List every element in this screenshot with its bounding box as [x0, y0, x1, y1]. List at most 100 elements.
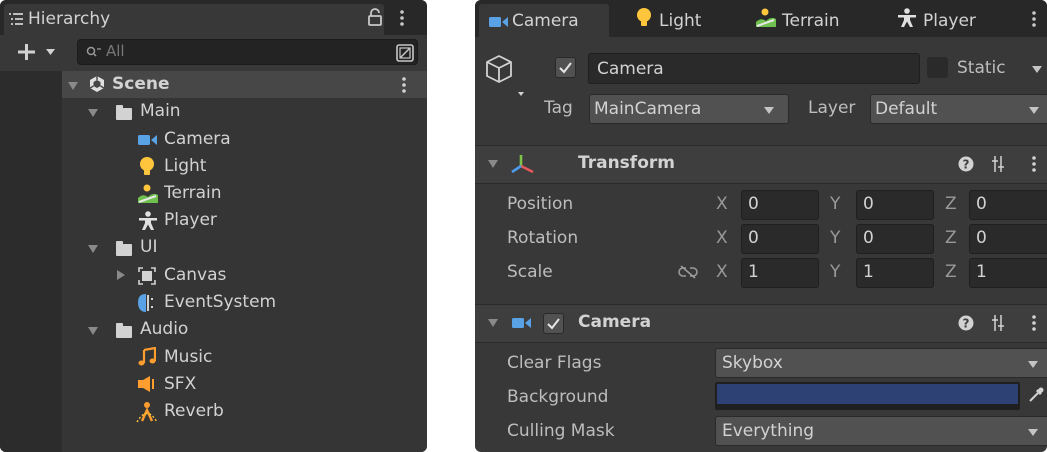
rotation-y-value: 0: [863, 228, 874, 248]
transform-title: Transform: [578, 153, 675, 173]
layer-dropdown[interactable]: Default: [870, 94, 1047, 124]
scale-z-field[interactable]: 1: [969, 258, 1047, 288]
light-bulb-icon: [138, 157, 156, 177]
hierarchy-tab-bar: Hierarchy: [0, 0, 427, 35]
speaker-icon: [138, 375, 158, 393]
music-note-icon: [138, 347, 156, 367]
terrain-icon: [755, 8, 777, 28]
tab-camera[interactable]: Camera: [479, 4, 609, 37]
svg-text:?: ?: [963, 158, 970, 172]
hierarchy-tab[interactable]: Hierarchy: [4, 4, 384, 35]
event-system-icon: [136, 293, 160, 313]
hierarchy-tab-title: Hierarchy: [28, 9, 111, 29]
search-placeholder: All: [106, 42, 125, 60]
scale-label: Scale: [507, 262, 553, 282]
scale-y-field[interactable]: 1: [856, 258, 934, 288]
hierarchy-toolbar: All: [0, 35, 427, 72]
help-icon[interactable]: ?: [958, 315, 974, 331]
axis-y-label: Y: [830, 228, 841, 248]
active-checkbox[interactable]: [555, 57, 576, 78]
presets-sliders-icon[interactable]: [990, 315, 1006, 331]
transform-header[interactable]: Transform ?: [475, 145, 1047, 184]
scene-options-icon[interactable]: [402, 77, 406, 93]
more-options-icon[interactable]: [400, 10, 404, 26]
player-figure-icon: [138, 211, 158, 231]
tree-item-canvas[interactable]: Canvas: [164, 264, 226, 286]
camera-component-header[interactable]: Camera ?: [475, 304, 1047, 343]
scale-z-value: 1: [976, 262, 987, 282]
camera-component-title: Camera: [578, 312, 652, 332]
axis-z-label: Z: [945, 262, 957, 282]
culling-mask-value: Everything: [722, 421, 815, 441]
gameobject-icon[interactable]: [486, 54, 526, 100]
background-color-swatch: [717, 384, 1018, 404]
camera-enabled-checkbox[interactable]: [543, 313, 564, 334]
tree-item-eventsystem[interactable]: EventSystem: [164, 291, 276, 313]
tree-item-music[interactable]: Music: [164, 346, 212, 368]
position-x-value: 0: [748, 194, 759, 214]
foldout-arrow-icon[interactable]: [488, 160, 498, 168]
tree-item-main[interactable]: Main: [140, 100, 181, 122]
rotation-y-field[interactable]: 0: [856, 224, 934, 254]
camera-icon: [489, 15, 509, 29]
tree-gutter: [0, 71, 62, 452]
create-dropdown-button[interactable]: [18, 43, 62, 61]
more-options-icon[interactable]: [1032, 11, 1036, 27]
svg-text:?: ?: [963, 317, 970, 331]
object-name-field[interactable]: Camera: [588, 53, 920, 84]
culling-mask-dropdown[interactable]: Everything: [715, 416, 1047, 446]
tree-item-terrain[interactable]: Terrain: [164, 182, 222, 204]
static-label: Static: [957, 58, 1006, 78]
component-menu-icon[interactable]: [1032, 315, 1036, 331]
tree-item-sfx[interactable]: SFX: [164, 373, 196, 395]
tree-item-audio[interactable]: Audio: [140, 318, 188, 340]
foldout-arrow-icon[interactable]: [488, 319, 498, 327]
static-checkbox[interactable]: [927, 57, 948, 78]
axis-z-label: Z: [945, 228, 957, 248]
expand-arrow-icon[interactable]: [68, 82, 78, 90]
camera-icon: [138, 133, 158, 147]
expand-arrow-icon[interactable]: [88, 245, 98, 253]
axis-x-label: X: [716, 194, 728, 214]
expand-arrow-icon[interactable]: [88, 327, 98, 335]
axis-y-label: Y: [830, 262, 841, 282]
tag-value: MainCamera: [594, 99, 702, 119]
axis-x-label: X: [716, 262, 728, 282]
tree-item-player[interactable]: Player: [164, 209, 217, 231]
rotation-z-field[interactable]: 0: [969, 224, 1047, 254]
hierarchy-tree: Scene Main Camera Light Terrain Player U…: [0, 71, 427, 452]
collapse-arrow-icon[interactable]: [117, 270, 125, 280]
help-icon[interactable]: ?: [958, 156, 974, 172]
culling-mask-label: Culling Mask: [507, 421, 615, 441]
eyedropper-icon[interactable]: [1027, 386, 1045, 404]
component-menu-icon[interactable]: [1032, 156, 1036, 172]
tree-item-ui[interactable]: UI: [140, 236, 157, 258]
clear-flags-dropdown[interactable]: Skybox: [715, 348, 1047, 378]
scale-x-value: 1: [748, 262, 759, 282]
folder-icon: [116, 105, 132, 120]
position-x-field[interactable]: 0: [741, 190, 819, 220]
tree-item-light[interactable]: Light: [164, 155, 206, 177]
search-input[interactable]: All: [77, 39, 418, 65]
constrain-proportions-link-icon[interactable]: [678, 265, 698, 279]
expand-arrow-icon[interactable]: [88, 109, 98, 117]
clear-flags-value: Skybox: [722, 353, 783, 373]
tag-dropdown[interactable]: MainCamera: [589, 94, 789, 124]
chevron-down-icon: [1028, 361, 1038, 368]
scene-visibility-icon[interactable]: [396, 44, 414, 62]
scale-x-field[interactable]: 1: [741, 258, 819, 288]
tree-item-reverb[interactable]: Reverb: [164, 400, 224, 422]
position-y-field[interactable]: 0: [856, 190, 934, 220]
scale-y-value: 1: [863, 262, 874, 282]
rotation-x-field[interactable]: 0: [741, 224, 819, 254]
tree-item-camera[interactable]: Camera: [164, 128, 231, 150]
position-z-field[interactable]: 0: [969, 190, 1047, 220]
background-label: Background: [507, 387, 609, 407]
unity-scene-icon: [88, 75, 106, 93]
lock-icon[interactable]: [368, 8, 382, 26]
static-dropdown-icon[interactable]: [1032, 66, 1042, 73]
presets-sliders-icon[interactable]: [990, 156, 1006, 172]
inspector-panel: Camera Light Terrain Player Camera Stati…: [475, 0, 1047, 452]
tree-row-scene[interactable]: Scene: [62, 71, 427, 98]
background-color-field[interactable]: [715, 382, 1020, 410]
